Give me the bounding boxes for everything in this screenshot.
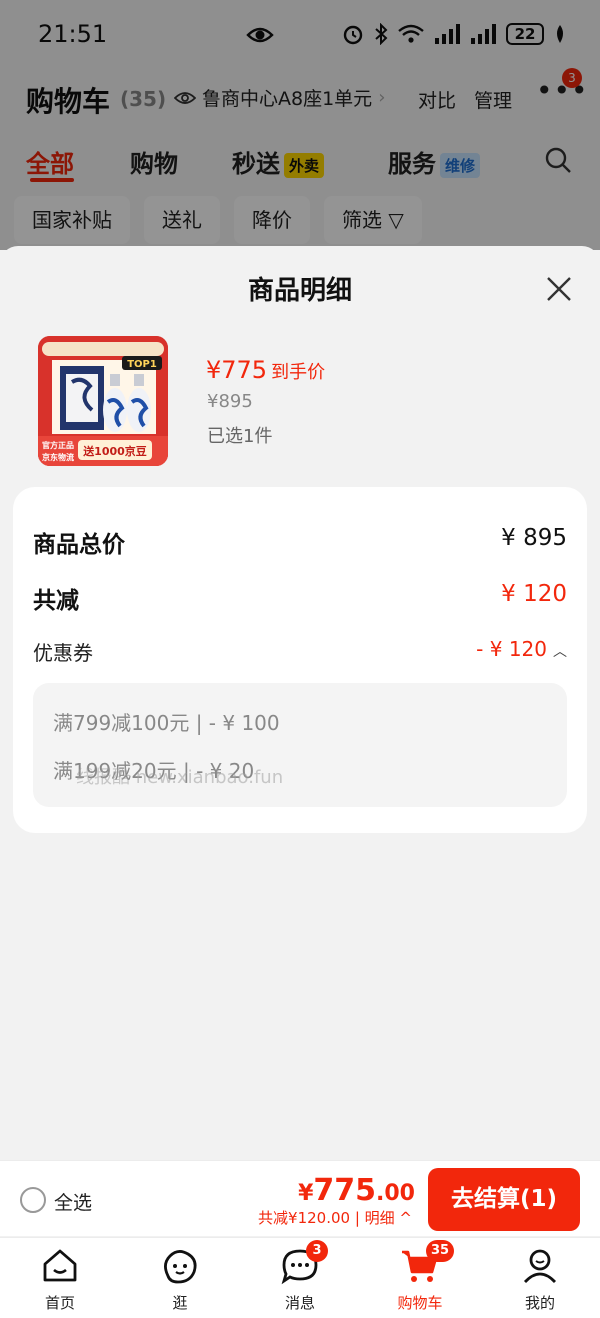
tabbar-label: 首页 [44, 1294, 75, 1312]
coupon-toggle[interactable]: - ¥ 120 ︿ [476, 637, 567, 661]
tabbar-home[interactable]: 首页 [0, 1246, 120, 1313]
discount-value: ¥ 120 [501, 581, 567, 607]
close-icon[interactable] [544, 274, 574, 304]
explore-icon [164, 1250, 197, 1284]
sheet-title: 商品明细 [247, 276, 352, 306]
image-logistics-text: 京东物流 [42, 452, 74, 462]
select-all-radio[interactable] [20, 1187, 46, 1213]
product-detail-sheet: 商品明细 TOP1 官方正品 京东物流 送1000京豆 ¥775 到手价 ¥895… [0, 246, 600, 1160]
tabbar-label: 我的 [524, 1294, 555, 1312]
total-price-value: ¥ 895 [501, 525, 567, 551]
discount-label: 共减 [33, 588, 79, 614]
product-image[interactable]: TOP1 官方正品 京东物流 送1000京豆 [38, 336, 168, 466]
tabbar-profile[interactable]: 我的 [480, 1246, 600, 1313]
final-price-label: 到手价 [271, 362, 326, 383]
final-price-value: ¥775 [206, 356, 268, 384]
savings-detail-link[interactable]: 共减¥120.00 | 明细 ^ [258, 1207, 412, 1228]
dim-overlay[interactable] [0, 0, 600, 250]
tabbar-label: 消息 [284, 1294, 315, 1312]
tabbar-messages[interactable]: 3 消息 [240, 1240, 360, 1313]
selected-count: 已选1件 [207, 426, 273, 447]
coupon-line: 满799减100元 | - ¥ 100 [53, 711, 280, 735]
image-beans-text: 送1000京豆 [82, 444, 147, 458]
total-integer: 775 [313, 1173, 377, 1208]
select-all-label[interactable]: 全选 [54, 1188, 92, 1215]
checkout-bar: 全选 ¥775.00 共减¥120.00 | 明细 ^ 去结算(1) [0, 1160, 600, 1236]
tabbar-label: 购物车 [397, 1294, 443, 1312]
checkout-button[interactable]: 去结算(1) [428, 1168, 580, 1231]
home-icon [43, 1249, 77, 1282]
liquor-bottle-image: TOP1 官方正品 京东物流 送1000京豆 [38, 336, 168, 466]
total-price-label: 商品总价 [33, 532, 125, 558]
total-decimal: .00 [376, 1181, 415, 1206]
total-currency: ¥ [298, 1181, 314, 1206]
profile-icon [523, 1249, 557, 1283]
tabbar-label: 逛 [172, 1294, 188, 1312]
final-price: ¥775 到手价 [206, 356, 325, 384]
original-price: ¥895 [207, 391, 253, 412]
cart-badge: 35 [426, 1240, 455, 1262]
coupon-label: 优惠券 [33, 641, 93, 665]
watermark: 线报酷 new.xianbao.fun [76, 767, 284, 788]
image-top1-text: TOP1 [127, 359, 157, 370]
message-badge: 3 [306, 1240, 328, 1262]
coupon-value: - ¥ 120 [476, 637, 547, 661]
bottom-tab-bar: 首页 逛 3 消息 35 购物车 我的 [0, 1237, 600, 1318]
checkout-total: ¥775.00 [298, 1173, 415, 1208]
image-official-text: 官方正品 [42, 440, 74, 450]
chevron-up-icon: ︿ [553, 644, 567, 660]
tabbar-cart[interactable]: 35 购物车 [360, 1240, 480, 1313]
tabbar-explore[interactable]: 逛 [120, 1246, 240, 1313]
